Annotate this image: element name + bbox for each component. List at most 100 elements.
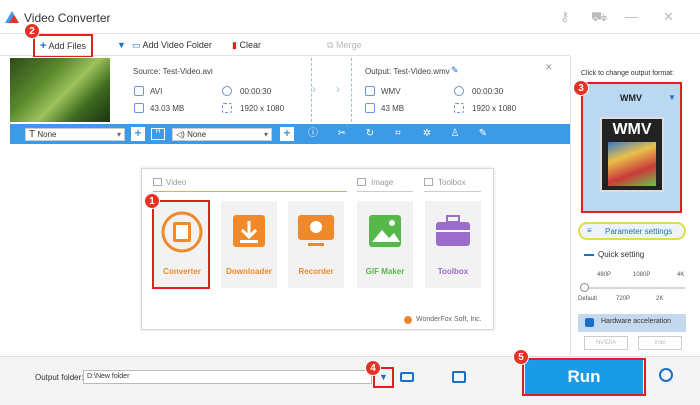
step-badge-4: 4 — [365, 360, 381, 376]
edit-pencil-icon[interactable]: ✎ — [451, 65, 459, 76]
output-folder-dropdown[interactable]: ▼ — [379, 372, 388, 382]
image-section-underline — [357, 191, 413, 192]
tick-480p: 480P — [597, 272, 612, 278]
format-name: WMV — [620, 93, 642, 103]
brand-logo-icon — [404, 316, 412, 324]
crop-icon[interactable]: ⌗ — [392, 128, 404, 140]
tick-1080p: 1080P — [633, 272, 651, 278]
clear-button[interactable]: ▮ Clear — [232, 40, 261, 51]
trash-icon: ▮ — [232, 40, 237, 50]
quality-slider-thumb[interactable] — [580, 283, 589, 292]
add-video-folder-button[interactable]: ▭ Add Video Folder — [132, 40, 212, 51]
file-size-icon-2 — [365, 103, 375, 113]
open-folder-icon[interactable] — [400, 372, 414, 382]
screen-record-icon — [298, 215, 334, 246]
gif-maker-card[interactable]: GIF Maker — [357, 201, 413, 288]
downloader-card[interactable]: Downloader — [221, 201, 277, 288]
tick-default: Default — [578, 296, 598, 302]
chevron-down-icon: ▾ — [116, 130, 121, 139]
audio-icon: ◁) — [176, 130, 185, 139]
scissors-icon[interactable]: ✂ — [336, 128, 348, 140]
source-filename: Source: Test-Video.avi — [133, 67, 213, 76]
tick-2k: 2K — [656, 296, 664, 302]
output-filename: Output: Test-Video.wmv — [365, 67, 450, 76]
merge-button[interactable]: ⧉ Merge — [327, 40, 361, 51]
section-toolbox-label: Toolbox — [438, 178, 466, 187]
image-section-icon — [357, 178, 366, 186]
merge-icon: ⧉ — [327, 40, 334, 50]
section-image-label: Image — [371, 178, 394, 187]
source-size: 43.03 MB — [150, 104, 185, 113]
resolution-icon — [222, 103, 232, 113]
resolution-icon-2 — [454, 103, 464, 113]
arrow-right-icon-2: › — [336, 82, 340, 96]
alarm-clock-icon[interactable] — [659, 368, 673, 382]
output-size: 43 MB — [381, 104, 405, 113]
output-duration: 00:00:30 — [472, 87, 504, 96]
close-button[interactable]: ✕ — [663, 9, 674, 25]
section-video-label: Video — [166, 178, 187, 187]
toolbox-card[interactable]: Toolbox — [425, 201, 481, 288]
chevron-down-icon-2: ▾ — [263, 130, 268, 139]
audio-select[interactable]: ◁) None ▾ — [172, 128, 272, 141]
video-section-underline — [153, 191, 347, 192]
run-button[interactable]: Run — [525, 360, 643, 394]
quick-setting-icon — [584, 254, 594, 256]
video-section-icon — [153, 178, 162, 186]
watermark-icon[interactable]: ♙ — [449, 128, 461, 140]
settings-icon: ≡ — [587, 226, 592, 235]
subtitle-icon: T — [29, 129, 36, 140]
add-subtitle-button[interactable]: + — [131, 127, 145, 141]
recorder-label: Recorder — [298, 267, 334, 276]
add-files-button[interactable]: + Add Files — [40, 40, 86, 52]
output-resolution: 1920 x 1080 — [472, 104, 517, 113]
nvidia-option[interactable]: NVIDIA — [584, 336, 628, 350]
parameter-settings-button[interactable]: ≡ Parameter settings — [578, 222, 686, 240]
parameter-settings-label: Parameter settings — [605, 227, 673, 236]
clock-icon-2 — [454, 86, 464, 96]
quick-setting-label: Quick setting — [598, 250, 645, 259]
key-icon[interactable]: ⚷ — [560, 9, 570, 25]
remove-file-icon[interactable]: ✕ — [545, 62, 553, 73]
cart-icon[interactable]: ⛟ — [591, 9, 607, 27]
change-format-label: Click to change output format: — [581, 70, 674, 77]
source-format: AVI — [150, 87, 163, 96]
add-files-dropdown[interactable]: ▼ — [117, 40, 126, 50]
output-format: WMV — [381, 87, 401, 96]
step-badge-2: 2 — [24, 23, 40, 39]
add-audio-button[interactable]: + — [280, 127, 294, 141]
app-title: Video Converter — [24, 11, 111, 25]
audio-value: None — [187, 130, 207, 139]
toolbox-icon — [436, 215, 470, 246]
subtitle-edit-icon[interactable]: H — [151, 128, 165, 140]
tick-720p: 720P — [616, 296, 631, 302]
wmv-format-icon: WMV — [600, 117, 664, 192]
dropdown-arrow-icon: ▼ — [117, 40, 126, 50]
minimize-button[interactable]: — — [625, 9, 638, 24]
downloader-label: Downloader — [226, 267, 272, 276]
rotate-icon[interactable]: ↻ — [364, 128, 376, 140]
intel-option[interactable]: Intel — [638, 336, 682, 350]
output-folder-label: Output folder: — [35, 373, 84, 382]
app-logo-icon — [5, 11, 19, 23]
wmv-icon-art — [608, 142, 656, 186]
wmv-icon-text: WMV — [612, 121, 652, 138]
output-preview-icon[interactable] — [452, 371, 466, 383]
divider-2 — [351, 58, 352, 122]
recorder-card[interactable]: Recorder — [288, 201, 344, 288]
converter-highlight — [152, 200, 210, 289]
subtitle-select[interactable]: T None ▾ — [25, 128, 125, 141]
output-folder-input[interactable]: D:\New folder — [83, 370, 372, 384]
edit-icon[interactable]: ✎ — [477, 128, 489, 140]
info-icon[interactable]: ⓘ — [307, 128, 319, 140]
plus-icon: + — [40, 40, 47, 52]
step-badge-3: 3 — [573, 80, 589, 96]
merge-label: Merge — [335, 40, 362, 50]
folder-icon: ▭ — [132, 40, 141, 50]
quality-slider-track[interactable] — [583, 287, 685, 289]
arrow-right-icon: › — [312, 82, 316, 96]
hardware-acceleration-toggle[interactable]: Hardware acceleration — [578, 314, 686, 332]
effects-icon[interactable]: ✲ — [421, 128, 433, 140]
brand-text: WonderFox Soft, Inc. — [416, 316, 482, 323]
gif-maker-label: GIF Maker — [365, 267, 405, 276]
